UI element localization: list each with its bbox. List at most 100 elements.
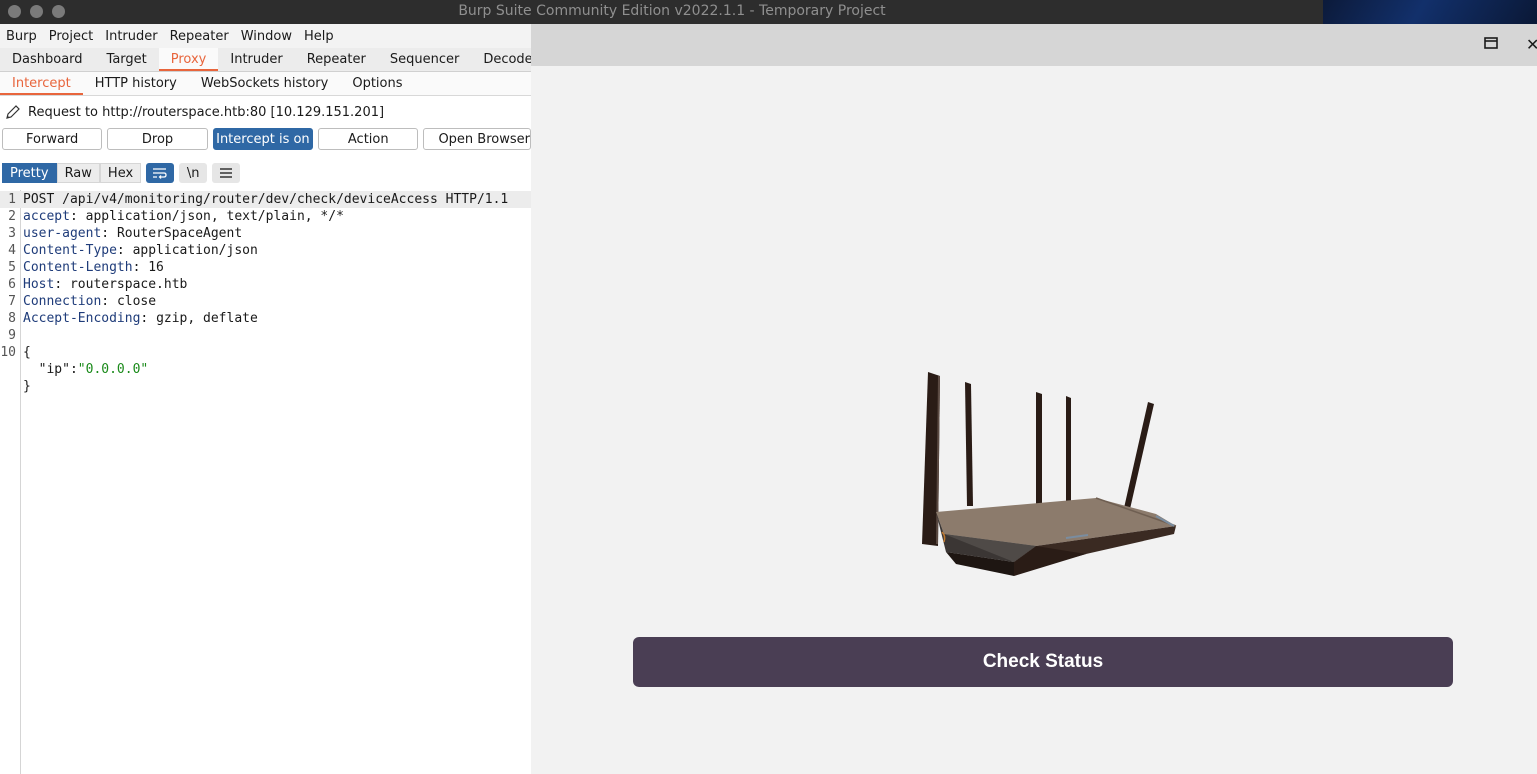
separator: :	[54, 277, 70, 292]
tab-proxy[interactable]: Proxy	[158, 48, 219, 71]
subtab-options[interactable]: Options	[340, 72, 414, 95]
subtab-http-history[interactable]: HTTP history	[83, 72, 189, 95]
line-code: {	[23, 344, 31, 361]
menu-bar: Burp Project Intruder Repeater Window Help	[0, 24, 531, 48]
request-line: 6 Host: routerspace.htb	[0, 276, 531, 293]
request-target-label: Request to http://routerspace.htb:80 [10…	[28, 104, 385, 120]
main-tabs: Dashboard Target Proxy Intruder Repeater Sequ…	[0, 48, 531, 72]
line-code: accept: application/json, text/plain, */…	[23, 208, 344, 225]
line-number: 5	[8, 260, 16, 275]
separator: :	[116, 243, 133, 258]
request-line: 8 Accept-Encoding: gzip, deflate	[0, 310, 531, 327]
menu-icon[interactable]	[212, 163, 241, 183]
line-number: 8	[8, 311, 16, 326]
tab-target[interactable]: Target	[95, 48, 159, 71]
pencil-icon	[6, 105, 20, 119]
header-value: application/json, text/plain, */*	[85, 209, 344, 224]
header-name: user-agent	[23, 226, 102, 241]
line-code: "ip":"0.0.0.0"	[23, 361, 149, 378]
json-value: "0.0.0.0"	[77, 362, 149, 377]
line-number: 7	[8, 294, 16, 309]
header-name: Connection	[23, 294, 102, 309]
request-line: 4 Content-Type: application/json	[0, 242, 531, 259]
header-value: POST /api/v4/monitoring/router/dev/check…	[23, 192, 509, 207]
open-browser-button[interactable]: Open Browser	[423, 128, 531, 150]
check-status-button[interactable]: Check Status	[633, 637, 1453, 687]
view-tab-raw[interactable]: Raw	[56, 163, 100, 183]
header-value: {	[23, 345, 31, 360]
subtab-intercept[interactable]: Intercept	[0, 72, 83, 95]
line-code: POST /api/v4/monitoring/router/dev/check…	[23, 191, 508, 208]
tab-repeater[interactable]: Repeater	[295, 48, 378, 71]
window-titlebar: Burp Suite Community Edition v2022.1.1 -…	[0, 0, 1537, 24]
header-value: application/json	[132, 243, 258, 258]
request-line: "ip":"0.0.0.0"	[0, 361, 531, 378]
line-code: }	[23, 378, 31, 395]
menu-item-intruder[interactable]: Intruder	[99, 29, 163, 44]
intercept-request-line: Request to http://routerspace.htb:80 [10…	[0, 96, 531, 128]
subtab-websockets-history[interactable]: WebSockets history	[189, 72, 340, 95]
header-value: 16	[148, 260, 164, 275]
request-line: 1 POST /api/v4/monitoring/router/dev/chec…	[0, 191, 531, 208]
header-value: routerspace.htb	[69, 277, 188, 292]
line-number: 4	[8, 243, 16, 258]
request-line: 3 user-agent: RouterSpaceAgent	[0, 225, 531, 242]
menu-item-burp[interactable]: Burp	[0, 29, 43, 44]
action-button[interactable]: Action	[318, 128, 419, 150]
tab-dashboard[interactable]: Dashboard	[0, 48, 95, 71]
line-number: 6	[8, 277, 16, 292]
tab-sequencer[interactable]: Sequencer	[378, 48, 471, 71]
line-code: Accept-Encoding: gzip, deflate	[23, 310, 258, 327]
proxy-subtabs: Intercept HTTP history WebSockets history O…	[0, 72, 531, 96]
menu-item-help[interactable]: Help	[298, 29, 340, 44]
view-tab-hex[interactable]: Hex	[99, 163, 142, 183]
menu-item-repeater[interactable]: Repeater	[164, 29, 235, 44]
line-code: user-agent: RouterSpaceAgent	[23, 225, 242, 242]
separator: :	[69, 209, 86, 224]
view-tabs: Pretty Raw Hex	[2, 163, 142, 183]
header-name: Host	[23, 277, 55, 292]
tab-intruder[interactable]: Intruder	[218, 48, 294, 71]
menu-item-window[interactable]: Window	[235, 29, 298, 44]
request-line: 5 Content-Length: 16	[0, 259, 531, 276]
request-line: 10 {	[0, 344, 531, 361]
line-number: 10	[0, 345, 16, 360]
header-value: RouterSpaceAgent	[116, 226, 243, 241]
line-number: 9	[8, 328, 16, 343]
header-value: close	[116, 294, 157, 309]
json-key: "ip"	[23, 362, 70, 377]
separator: :	[69, 362, 78, 377]
header-value: }	[23, 379, 31, 394]
intercept-actions: Forward Drop Intercept is on Action Open…	[0, 128, 531, 152]
show-newlines-icon[interactable]: \n	[179, 163, 208, 183]
request-line: 7 Connection: close	[0, 293, 531, 310]
app-header-bar: ✕	[531, 24, 1537, 66]
request-line: }	[0, 378, 531, 395]
header-value: gzip, deflate	[156, 311, 258, 326]
drop-button[interactable]: Drop	[107, 128, 208, 150]
router-illustration	[922, 372, 1177, 576]
request-line: 9	[0, 327, 531, 344]
line-number: 3	[8, 226, 16, 241]
header-name: accept	[23, 209, 70, 224]
view-tab-pretty[interactable]: Pretty	[2, 163, 57, 183]
line-code: Content-Length: 16	[23, 259, 164, 276]
tab-decoder[interactable]: Decoder	[471, 48, 531, 71]
request-editor[interactable]: 1 POST /api/v4/monitoring/router/dev/chec…	[0, 190, 531, 774]
burp-suite-window: Burp Project Intruder Repeater Window Help Da…	[0, 24, 531, 774]
desktop-background	[1323, 0, 1537, 24]
wrap-lines-icon[interactable]	[146, 163, 175, 183]
header-name: Content-Type	[23, 243, 117, 258]
line-number: 2	[8, 209, 16, 224]
close-icon[interactable]: ✕	[1526, 35, 1537, 54]
header-name: Accept-Encoding	[23, 311, 141, 326]
forward-button[interactable]: Forward	[2, 128, 103, 150]
maximize-icon[interactable]	[1484, 37, 1498, 49]
menu-item-project[interactable]: Project	[43, 29, 99, 44]
routerspace-app-window: ✕ Check Status	[531, 24, 1537, 774]
separator: :	[132, 260, 149, 275]
separator: :	[101, 226, 117, 241]
line-code: Content-Type: application/json	[23, 242, 258, 259]
intercept-toggle-button[interactable]: Intercept is on	[212, 128, 314, 150]
header-name: Content-Length	[23, 260, 133, 275]
